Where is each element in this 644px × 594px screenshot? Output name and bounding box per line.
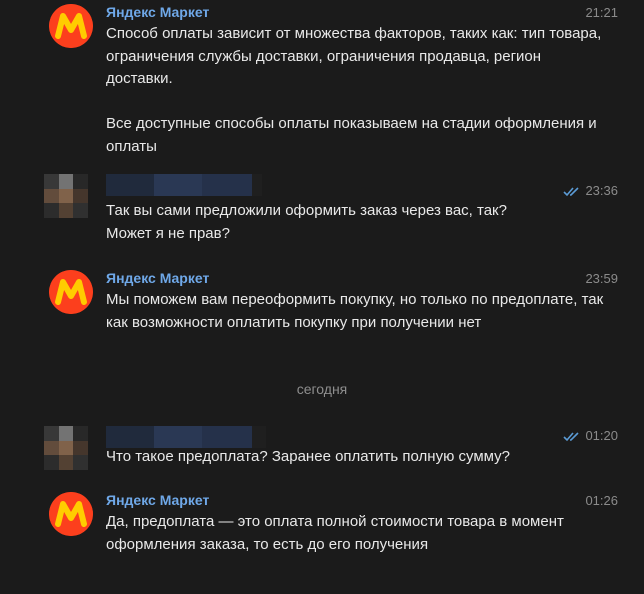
message-text: Мы поможем вам переоформить покупку, но … <box>106 291 604 331</box>
message-text: Способ оплаты зависит от множества факто… <box>106 25 602 155</box>
message-time: 21:21 <box>585 5 618 20</box>
yandex-market-logo-icon <box>49 270 93 314</box>
sender-name[interactable]: Яндекс Маркет <box>106 4 209 20</box>
yandex-market-avatar-icon[interactable] <box>49 270 93 314</box>
message-time: 23:59 <box>585 271 618 286</box>
user-avatar-icon[interactable] <box>44 174 88 218</box>
message-time: 23:36 <box>563 183 618 198</box>
message-text: Да, предоплата — это оплата полной стоим… <box>106 513 564 553</box>
message-text: Что такое предоплата? Заранее оплатить п… <box>106 448 510 465</box>
user-name-redacted[interactable] <box>106 174 262 196</box>
yandex-market-logo-icon <box>49 4 93 48</box>
chat-history: Яндекс Маркет 21:21 Способ оплаты зависи… <box>0 0 644 594</box>
double-check-icon <box>563 431 580 441</box>
message-time-value: 01:20 <box>585 428 618 443</box>
yandex-market-logo-icon <box>49 492 93 536</box>
yandex-market-avatar-icon[interactable] <box>49 4 93 48</box>
date-separator: сегодня <box>296 381 348 397</box>
double-check-icon <box>563 186 580 196</box>
message-text: Так вы сами предложили оформить заказ че… <box>106 202 507 242</box>
message-time: 01:26 <box>585 493 618 508</box>
user-name-redacted[interactable] <box>106 426 266 448</box>
user-avatar-icon[interactable] <box>44 426 88 470</box>
message-time: 01:20 <box>563 428 618 443</box>
sender-name[interactable]: Яндекс Маркет <box>106 270 209 286</box>
sender-name[interactable]: Яндекс Маркет <box>106 492 209 508</box>
yandex-market-avatar-icon[interactable] <box>49 492 93 536</box>
message-time-value: 23:36 <box>585 183 618 198</box>
